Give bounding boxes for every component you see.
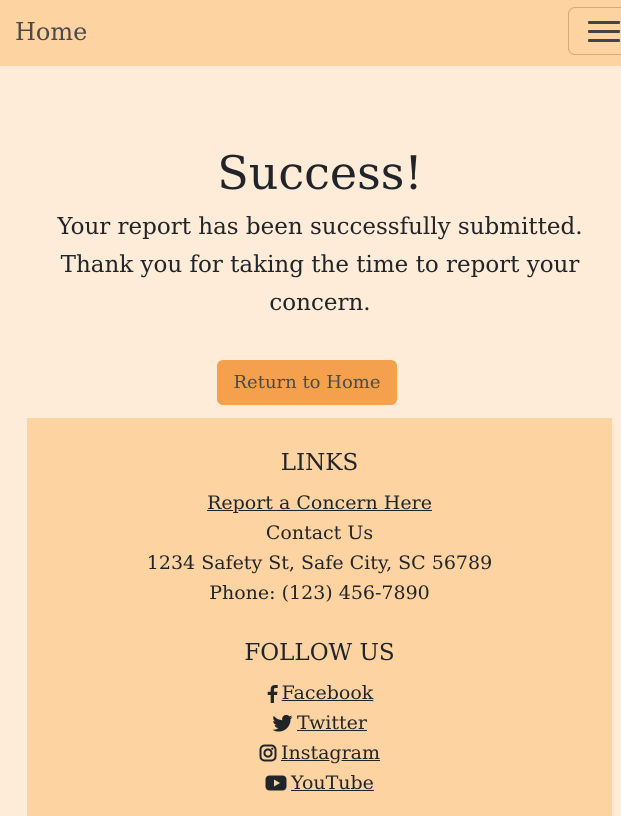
- footer: LINKS Report a Concern Here Contact Us 1…: [27, 418, 612, 816]
- contact-us-text: Contact Us: [265, 522, 374, 544]
- instagram-icon: [259, 744, 277, 762]
- report-concern-link[interactable]: Report a Concern Here: [207, 492, 432, 514]
- return-home-button[interactable]: Return to Home: [217, 360, 397, 405]
- twitter-label: Twitter: [297, 712, 367, 734]
- youtube-icon: [265, 775, 287, 791]
- menu-toggle-button[interactable]: [568, 7, 621, 55]
- page: Home Success! Your report has been succe…: [0, 0, 621, 816]
- address-text: 1234 Safety St, Safe City, SC 56789: [146, 552, 493, 574]
- twitter-link[interactable]: Twitter: [272, 708, 367, 738]
- instagram-link[interactable]: Instagram: [259, 738, 380, 768]
- youtube-label: YouTube: [291, 772, 374, 794]
- page-title: Success!: [217, 146, 423, 200]
- links-heading: LINKS: [280, 450, 359, 476]
- phone-text: Phone: (123) 456-7890: [209, 582, 430, 604]
- twitter-icon: [272, 714, 293, 732]
- facebook-link[interactable]: Facebook: [266, 678, 374, 708]
- success-message: Your report has been successfully submit…: [57, 214, 583, 316]
- brand-home-link[interactable]: Home: [15, 16, 87, 48]
- youtube-link[interactable]: YouTube: [265, 768, 374, 798]
- facebook-icon: [267, 684, 278, 703]
- instagram-label: Instagram: [280, 742, 381, 764]
- facebook-label: Facebook: [281, 682, 374, 704]
- follow-heading: FOLLOW US: [244, 640, 395, 666]
- navbar: Home: [0, 0, 621, 66]
